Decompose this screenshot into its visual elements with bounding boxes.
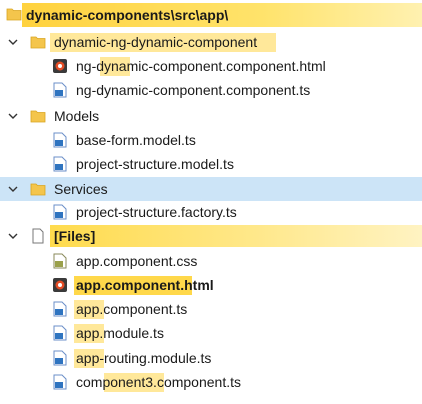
tree-item-label: Services xyxy=(54,181,108,197)
tree-item-label: component3.component.ts xyxy=(76,374,241,390)
tree-item-app-html[interactable]: app.component.html xyxy=(0,273,422,297)
tree-item-label: app.module.ts xyxy=(76,325,164,341)
tree-item-project-structure-model[interactable]: project-structure.model.ts xyxy=(0,152,422,176)
tree-item-files-folder[interactable]: [Files] xyxy=(0,224,422,248)
tree-item-label: base-form.model.ts xyxy=(76,132,196,148)
folder-icon xyxy=(30,36,46,49)
tree-item-app-module[interactable]: app.module.ts xyxy=(0,321,422,345)
typescript-file-icon xyxy=(53,82,67,98)
folder-icon xyxy=(30,110,46,123)
tree-item-ng-html[interactable]: ng-dynamic-component.component.html xyxy=(0,54,422,78)
typescript-file-icon xyxy=(53,132,67,148)
tree-item-app-css[interactable]: app.component.css xyxy=(0,249,422,273)
tree-item-label: project-structure.factory.ts xyxy=(76,204,237,220)
typescript-file-icon xyxy=(53,301,67,317)
angular-html-file-icon xyxy=(53,59,67,73)
css-file-icon xyxy=(53,253,67,269)
root-path-row[interactable]: dynamic-components\src\app\ xyxy=(0,0,422,34)
page-icon xyxy=(32,228,44,244)
search-highlight xyxy=(50,225,422,247)
tree-item-label: Models xyxy=(54,108,100,124)
tree-item-app-routing[interactable]: app-routing.module.ts xyxy=(0,346,422,370)
chevron-down-icon[interactable] xyxy=(6,35,20,49)
tree-item-app-ts[interactable]: app.component.ts xyxy=(0,297,422,321)
tree-item-ng-ts[interactable]: ng-dynamic-component.component.ts xyxy=(0,78,422,102)
typescript-file-icon xyxy=(53,325,67,341)
tree-item-services-folder[interactable]: Services xyxy=(0,177,422,201)
chevron-down-icon[interactable] xyxy=(6,182,20,196)
chevron-down-icon[interactable] xyxy=(6,229,20,243)
chevron-down-icon[interactable] xyxy=(6,109,20,123)
root-path-label: dynamic-components\src\app\ xyxy=(26,7,229,23)
tree-item-label: dynamic-ng-dynamic-component xyxy=(54,34,258,50)
tree-item-models-folder[interactable]: Models xyxy=(0,104,422,128)
angular-html-file-icon xyxy=(53,278,67,292)
tree-item-label: app.component.css xyxy=(76,253,198,269)
folder-icon xyxy=(6,8,22,21)
tree-item-label: [Files] xyxy=(54,228,96,244)
tree-item-base-form[interactable]: base-form.model.ts xyxy=(0,128,422,152)
typescript-file-icon xyxy=(53,374,67,390)
typescript-file-icon xyxy=(53,204,67,220)
tree-item-label: ng-dynamic-component.component.ts xyxy=(76,82,311,98)
typescript-file-icon xyxy=(53,156,67,172)
tree-item-component3[interactable]: component3.component.ts xyxy=(0,370,422,394)
tree-item-project-structure-factory[interactable]: project-structure.factory.ts xyxy=(0,200,422,224)
tree-item-label: app.component.ts xyxy=(76,301,188,317)
tree-item-label: project-structure.model.ts xyxy=(76,156,234,172)
folder-icon xyxy=(30,183,46,196)
tree-item-label: app.component.html xyxy=(76,277,214,293)
typescript-file-icon xyxy=(53,350,67,366)
tree-item-label: ng-dynamic-component.component.html xyxy=(76,58,326,74)
tree-item-dynamic-folder[interactable]: dynamic-ng-dynamic-component xyxy=(0,30,422,54)
tree-item-label: app-routing.module.ts xyxy=(76,350,212,366)
